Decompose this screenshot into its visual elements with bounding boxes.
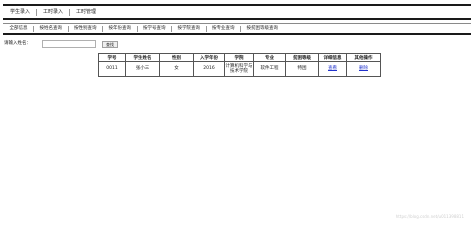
cell-student-id: 0011 (98, 61, 126, 77)
cell-poverty-level: 特困 (285, 61, 319, 77)
student-table: 学号 学生姓名 性别 入学年份 学院 专业 贫困等级 详细信息 其他操作 001… (98, 53, 381, 77)
cell-enrollment-year: 2016 (193, 61, 225, 77)
header-student-id: 学号 (98, 53, 126, 62)
query-by-name[interactable]: 按姓名查询 (34, 25, 68, 33)
view-details-link[interactable]: 查看 (328, 66, 337, 71)
header-major: 专业 (253, 53, 286, 62)
cell-student-name: 张小三 (125, 61, 160, 77)
cell-details: 查看 (318, 61, 347, 77)
query-by-poverty-level[interactable]: 按贫困等级查询 (241, 25, 284, 33)
subnav-bottom-border (3, 33, 471, 35)
header-gender: 性别 (159, 53, 194, 62)
name-search-input[interactable] (42, 40, 96, 48)
menu-hours-management[interactable]: 工时管理 (70, 7, 102, 17)
query-by-college[interactable]: 按学院查询 (172, 25, 206, 33)
query-by-major[interactable]: 按专业查询 (207, 25, 241, 33)
top-border (3, 4, 471, 6)
header-poverty-level: 贫困等级 (285, 53, 319, 62)
query-all[interactable]: 全部信息 (4, 25, 33, 33)
query-by-year[interactable]: 按年份查询 (103, 25, 137, 33)
delete-link[interactable]: 删除 (359, 66, 368, 71)
main-menu: 学生录入 工时录入 工时管理 (4, 7, 102, 17)
subnav-top-border (3, 23, 471, 24)
query-by-gender[interactable]: 按性别查询 (69, 25, 103, 33)
watermark: https://blog.csdn.net/u011398811 (395, 214, 464, 219)
header-student-name: 学生姓名 (125, 53, 160, 62)
search-label: 请输入姓名： (4, 41, 31, 46)
header-details: 详细信息 (318, 53, 347, 62)
search-bar: 请输入姓名： 查找 (4, 40, 118, 48)
search-button[interactable]: 查找 (102, 40, 118, 48)
header-other-actions: 其他操作 (346, 53, 381, 62)
cell-college: 计算机科学与技术学院 (224, 61, 254, 77)
query-by-student-id[interactable]: 按学号查询 (138, 25, 172, 33)
table-row: 0011 张小三 女 2016 计算机科学与技术学院 软件工程 特困 查看 删除 (98, 61, 381, 77)
cell-gender: 女 (159, 61, 194, 77)
menu-bottom-border (3, 18, 471, 20)
menu-hours-entry[interactable]: 工时录入 (37, 7, 69, 17)
menu-student-entry[interactable]: 学生录入 (4, 7, 36, 17)
cell-other-actions: 删除 (346, 61, 381, 77)
header-enrollment-year: 入学年份 (193, 53, 225, 62)
table-header-row: 学号 学生姓名 性别 入学年份 学院 专业 贫困等级 详细信息 其他操作 (98, 53, 381, 62)
cell-major: 软件工程 (253, 61, 286, 77)
header-college: 学院 (224, 53, 254, 62)
query-nav: 全部信息 按姓名查询 按性别查询 按年份查询 按学号查询 按学院查询 按专业查询… (4, 25, 284, 33)
